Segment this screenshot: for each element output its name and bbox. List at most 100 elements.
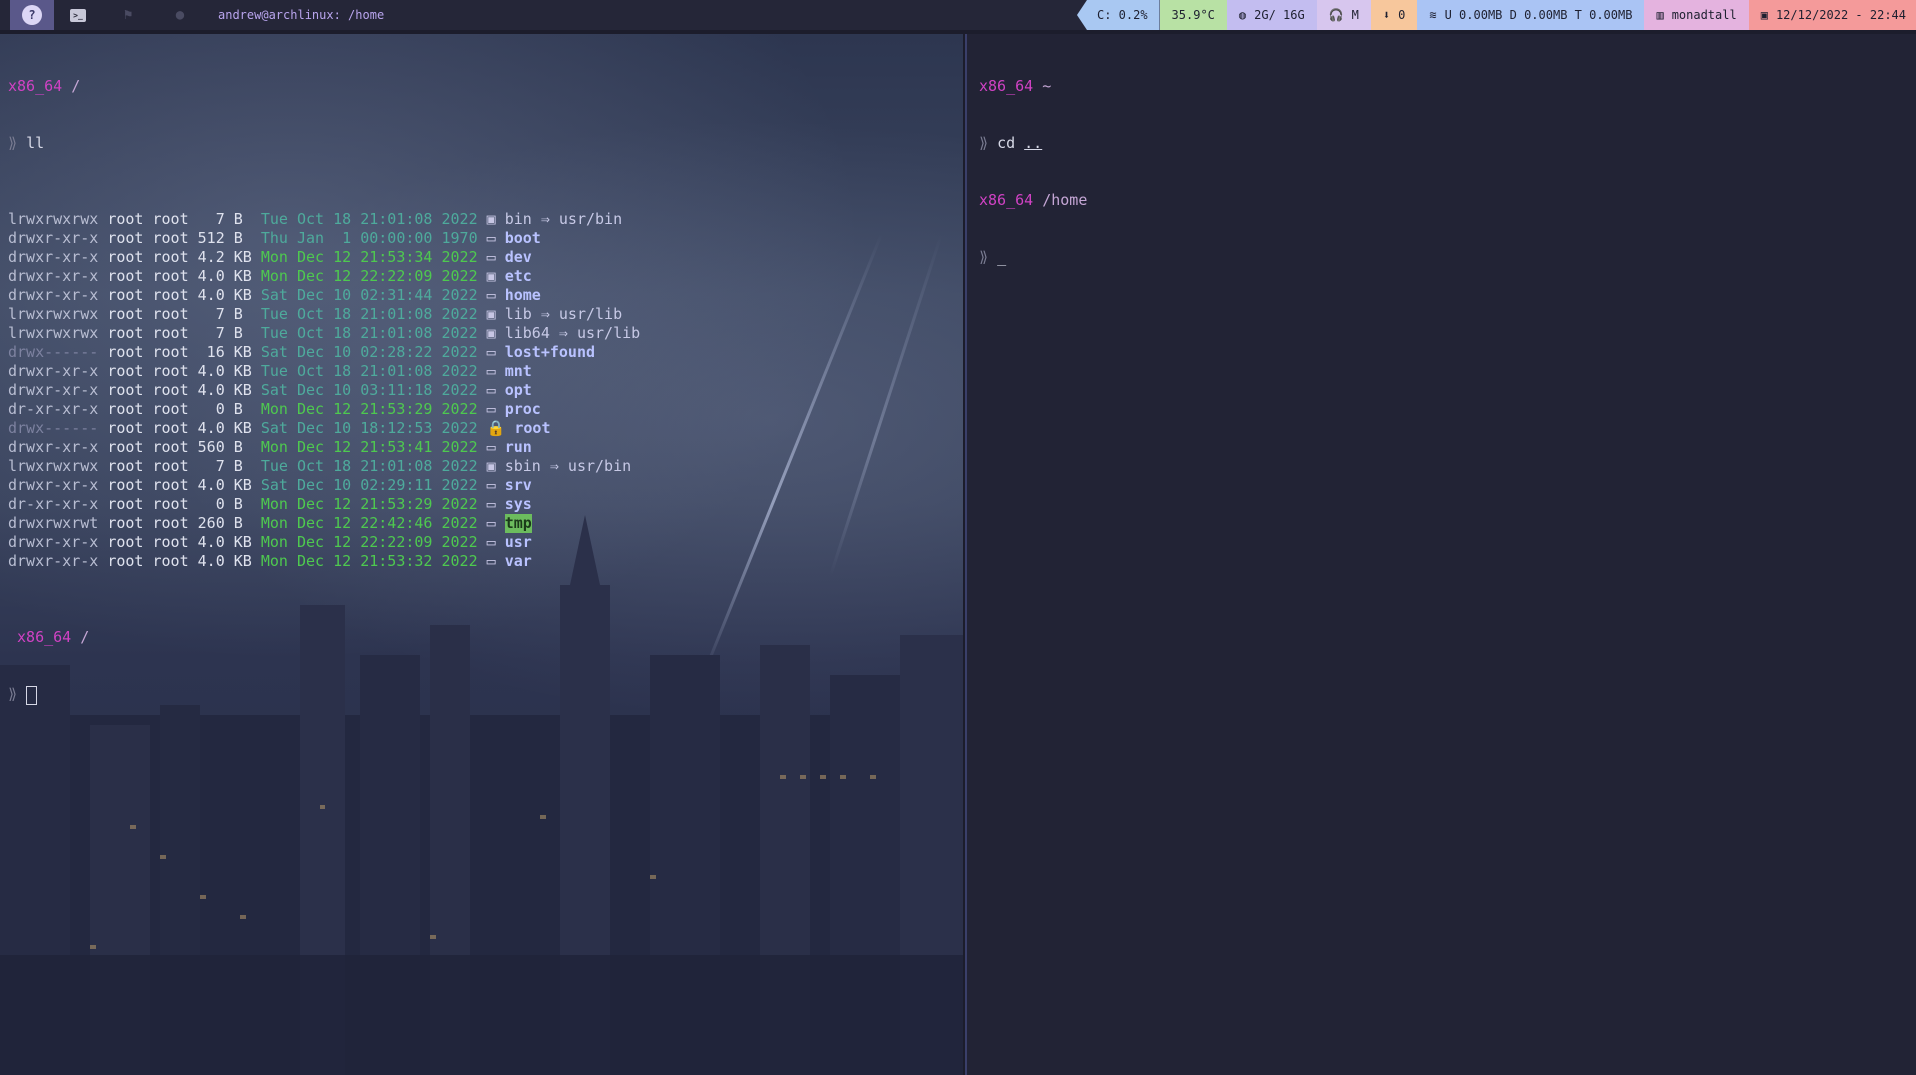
owner-user: root (107, 210, 144, 228)
owner-user: root (107, 324, 144, 342)
owner-group: root (152, 229, 189, 247)
permissions: drwx------ (8, 419, 99, 437)
clock-widget: ▣ 12/12/2022 - 22:44 (1748, 0, 1916, 30)
listing-row: drwx------ root root 4.0 KB Sat Dec 10 1… (8, 419, 963, 438)
prompt-line: x86_64 /home (979, 191, 1087, 210)
folder-icon: ▭ (486, 248, 496, 266)
file-name[interactable]: lib (505, 305, 532, 324)
owner-group: root (152, 305, 189, 323)
permissions: dr-xr-xr-x (8, 400, 99, 418)
listing-row: drwx------ root root 16 KB Sat Dec 10 02… (8, 343, 963, 362)
layout-widget[interactable]: ▥ monadtall (1644, 0, 1749, 30)
file-size: 4.0 KB (197, 362, 252, 380)
updates-widget[interactable]: ⬇ 0 (1370, 0, 1418, 30)
workspace-2[interactable]: >_ (54, 0, 102, 30)
file-name[interactable]: run (505, 438, 532, 457)
file-name[interactable]: sbin (505, 457, 541, 476)
command-text: cd (997, 134, 1016, 152)
left-terminal-pane[interactable]: x86_64 / ⟫ ll lrwxrwxrwx root root 7 B T… (0, 34, 963, 1075)
layout-icon: ▥ (1656, 8, 1664, 22)
prompt-chevron-icon: ⟫ (8, 685, 18, 703)
command-line[interactable]: ⟫ (8, 685, 963, 705)
file-name[interactable]: tmp (504, 514, 532, 533)
memory-widget: ◍ 2G/ 16G (1226, 0, 1317, 30)
folder-icon: ▭ (486, 286, 496, 304)
command-line[interactable]: ⟫ _ (979, 248, 1087, 267)
file-name[interactable]: sys (505, 495, 532, 514)
folder-icon: ▭ (486, 400, 496, 418)
cpu-widget: C: 0.2% (1076, 0, 1160, 30)
file-name[interactable]: home (505, 286, 541, 305)
command-line: ⟫ cd .. (979, 134, 1087, 153)
symlink-icon: ▣ (486, 324, 496, 342)
prompt-path: / (71, 77, 81, 95)
workspace-3[interactable]: ⚑ (102, 0, 154, 30)
folder-icon: ▭ (486, 533, 496, 551)
listing-row: drwxr-xr-x root root 4.0 KB Sat Dec 10 0… (8, 476, 963, 495)
terminal-icon: >_ (70, 8, 86, 22)
owner-user: root (107, 476, 144, 494)
permissions: drwxr-xr-x (8, 381, 99, 399)
file-size: 4.0 KB (197, 476, 252, 494)
symlink-icon: ▣ (486, 210, 496, 228)
modified-date: Sat Dec 10 02:28:22 2022 (260, 343, 478, 361)
owner-group: root (152, 533, 189, 551)
file-name[interactable]: proc (505, 400, 541, 419)
flag-icon: ⚑ (123, 7, 133, 23)
permissions: drwxr-xr-x (8, 476, 99, 494)
listing-row: lrwxrwxrwx root root 7 B Tue Oct 18 21:0… (8, 210, 963, 229)
file-name[interactable]: lib64 (505, 324, 550, 343)
permissions: lrwxrwxrwx (8, 210, 99, 228)
right-terminal-pane[interactable]: x86_64 ~ ⟫ cd .. x86_64 /home ⟫ _ (965, 34, 1916, 1075)
owner-user: root (107, 267, 144, 285)
prompt-host: x86_64 (8, 77, 63, 95)
prompt-path: / (80, 628, 90, 646)
permissions: drwxr-xr-x (8, 229, 99, 247)
owner-group: root (152, 286, 189, 304)
folder-icon: ▭ (486, 362, 496, 380)
owner-group: root (152, 362, 189, 380)
owner-user: root (107, 514, 144, 532)
folder-icon: ▭ (486, 438, 496, 456)
calendar-icon: ▣ (1760, 8, 1768, 22)
workspace-4[interactable]: ● (154, 0, 206, 30)
file-size: 0 B (197, 400, 252, 418)
file-name[interactable]: boot (505, 229, 541, 248)
file-name[interactable]: srv (505, 476, 532, 495)
owner-user: root (107, 286, 144, 304)
permissions: drwxr-xr-x (8, 438, 99, 456)
owner-group: root (152, 419, 189, 437)
file-name[interactable]: lost+found (505, 343, 595, 362)
permissions: drwxr-xr-x (8, 362, 99, 380)
file-name[interactable]: root (514, 419, 550, 438)
modified-date: Sat Dec 10 18:12:53 2022 (260, 419, 478, 437)
listing-row: lrwxrwxrwx root root 7 B Tue Oct 18 21:0… (8, 457, 963, 476)
underscore-cursor: _ (997, 248, 1007, 266)
listing-row: drwxr-xr-x root root 4.0 KB Sat Dec 10 0… (8, 286, 963, 305)
modified-date: Tue Oct 18 21:01:08 2022 (260, 457, 478, 475)
left-terminal-output[interactable]: x86_64 / ⟫ ll lrwxrwxrwx root root 7 B T… (8, 39, 963, 742)
permissions: lrwxrwxrwx (8, 324, 99, 342)
modified-date: Mon Dec 12 22:22:09 2022 (260, 533, 478, 551)
file-name[interactable]: usr (505, 533, 532, 552)
workspace-1[interactable]: ? (10, 0, 54, 30)
modified-date: Sat Dec 10 02:29:11 2022 (260, 476, 478, 494)
volume-widget[interactable]: 🎧 M (1316, 0, 1371, 30)
owner-user: root (107, 229, 144, 247)
prompt-line: x86_64 / (8, 77, 963, 96)
modified-date: Mon Dec 12 21:53:29 2022 (260, 400, 478, 418)
file-name[interactable]: etc (505, 267, 532, 286)
file-name[interactable]: mnt (505, 362, 532, 381)
file-name[interactable]: var (505, 552, 532, 571)
folder-icon: ▭ (486, 381, 496, 399)
owner-user: root (107, 457, 144, 475)
owner-group: root (152, 514, 189, 532)
permissions: drwxr-xr-x (8, 267, 99, 285)
owner-user: root (107, 552, 144, 570)
modified-date: Mon Dec 12 22:42:46 2022 (260, 514, 478, 532)
file-name[interactable]: bin (505, 210, 532, 229)
file-name[interactable]: opt (505, 381, 532, 400)
right-terminal-output[interactable]: x86_64 ~ ⟫ cd .. x86_64 /home ⟫ _ (979, 39, 1087, 305)
file-name[interactable]: dev (505, 248, 532, 267)
modified-date: Mon Dec 12 21:53:34 2022 (260, 248, 478, 266)
